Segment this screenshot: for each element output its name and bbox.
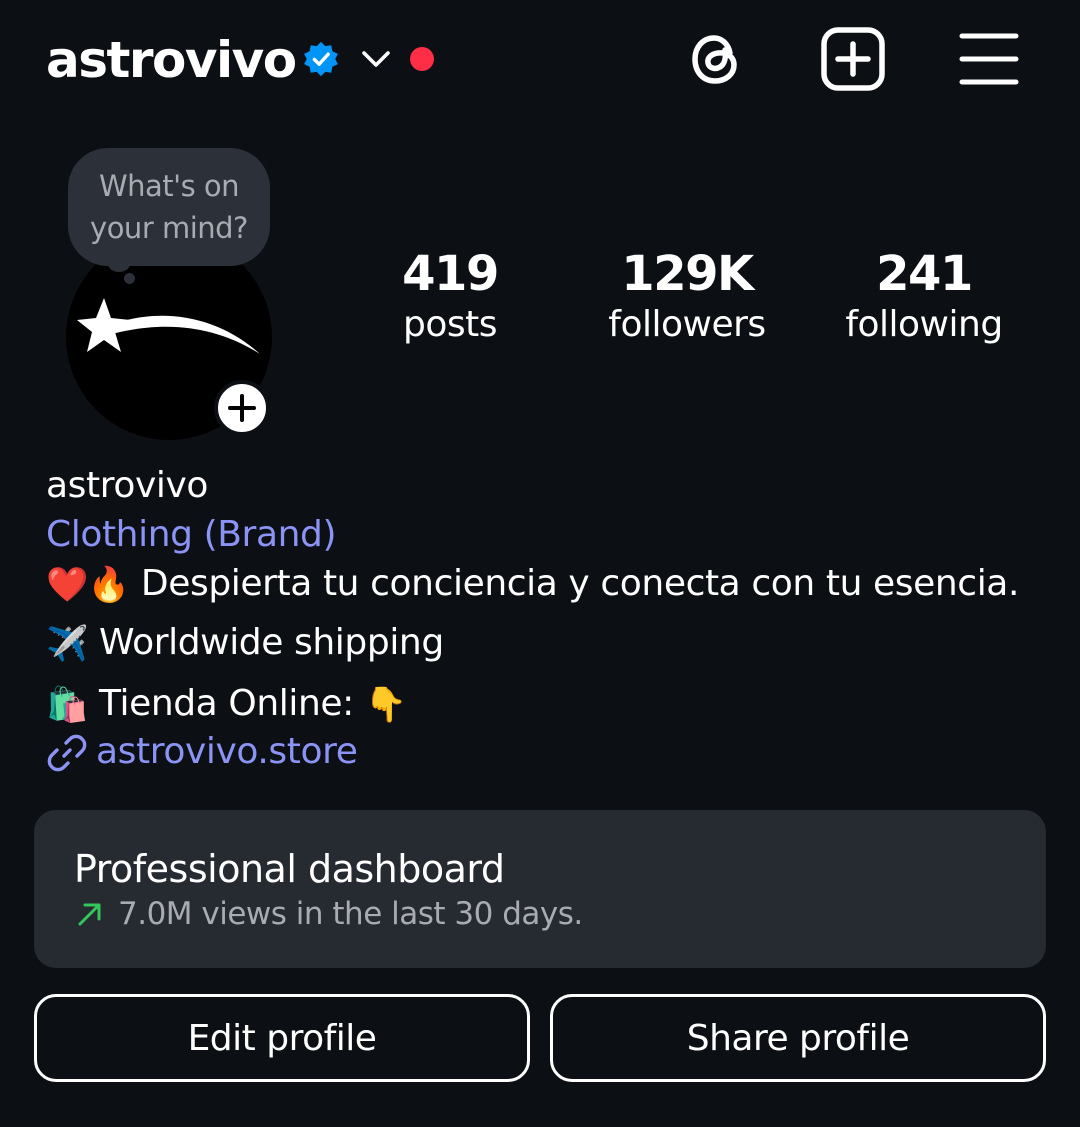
bio-line-2-text: Worldwide shipping bbox=[98, 622, 444, 663]
bio-line-1: ❤️🔥 Despierta tu conciencia y conecta co… bbox=[46, 561, 1019, 608]
stat-followers-label: followers bbox=[608, 304, 766, 345]
bio-line-2: ✈️ Worldwide shipping bbox=[46, 620, 444, 667]
dashboard-subtitle: 7.0M views in the last 30 days. bbox=[118, 896, 583, 932]
chevron-down-icon[interactable] bbox=[360, 46, 392, 72]
airplane-emoji: ✈️ bbox=[46, 624, 88, 664]
profile-name: astrovivo bbox=[46, 465, 209, 506]
bio-line-1-text: Despierta tu conciencia y conecta con tu… bbox=[140, 563, 1020, 604]
stat-posts[interactable]: 419 posts bbox=[350, 246, 550, 348]
stat-posts-label: posts bbox=[402, 304, 498, 345]
add-story-button[interactable] bbox=[214, 380, 270, 436]
stat-following-label: following bbox=[845, 304, 1003, 345]
notification-dot bbox=[410, 47, 434, 71]
plus-square-icon[interactable] bbox=[820, 26, 886, 92]
stat-following-value: 241 bbox=[876, 246, 973, 302]
profile-category[interactable]: Clothing (Brand) bbox=[46, 512, 337, 558]
note-bubble-line2: your mind? bbox=[90, 211, 248, 245]
stat-followers-value: 129K bbox=[621, 246, 754, 302]
hamburger-menu-icon[interactable] bbox=[956, 26, 1022, 92]
trend-up-arrow-icon bbox=[78, 903, 101, 926]
heart-fire-emoji: ❤️🔥 bbox=[46, 565, 130, 605]
bio-line-3-text: Tienda Online: bbox=[98, 683, 354, 724]
stat-followers[interactable]: 129K followers bbox=[587, 246, 787, 348]
plus-icon bbox=[228, 394, 256, 422]
note-bubble-tail-small bbox=[124, 273, 135, 284]
link-icon bbox=[47, 734, 87, 772]
note-bubble[interactable]: What's on your mind? bbox=[68, 148, 270, 266]
stat-following[interactable]: 241 following bbox=[824, 246, 1024, 348]
verified-badge-icon bbox=[304, 41, 338, 77]
profile-link-text: astrovivo.store bbox=[96, 731, 358, 772]
profile-link[interactable]: astrovivo.store bbox=[46, 729, 358, 775]
note-bubble-line1: What's on bbox=[98, 169, 240, 203]
stat-posts-value: 419 bbox=[402, 246, 499, 302]
pointing-down-emoji: 👇 bbox=[364, 685, 407, 725]
account-username[interactable]: astrovivo bbox=[46, 28, 297, 92]
dashboard-title: Professional dashboard bbox=[74, 847, 505, 891]
bio-line-3: 🛍️ Tienda Online: 👇 bbox=[46, 681, 407, 728]
share-profile-button[interactable]: Share profile bbox=[550, 994, 1046, 1082]
threads-icon[interactable] bbox=[684, 26, 750, 92]
shopping-bags-emoji: 🛍️ bbox=[46, 685, 88, 725]
edit-profile-button[interactable]: Edit profile bbox=[34, 994, 530, 1082]
